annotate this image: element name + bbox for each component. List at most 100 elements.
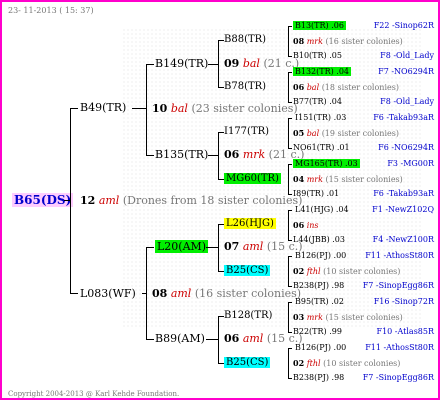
leaf-top[interactable]: MG165(TR) .03 [293, 158, 360, 170]
leaf-line-r1[interactable]: F3 -MG00R [387, 158, 434, 170]
node-l26-label: L26(HJG) [224, 218, 276, 229]
node-mg60[interactable]: MG60(TR) [224, 173, 281, 185]
node-b25-a-label: B25(CS) [224, 265, 271, 276]
leaf-mid-sym: bal [306, 129, 320, 138]
leaf-line-r1[interactable]: F11 -AthosSt80R [365, 342, 434, 354]
leaf-bottom[interactable]: NO61(TR) .01 [293, 142, 350, 154]
node-b25-b[interactable]: B25(CS) [224, 357, 271, 369]
leaf-mid: 06 ins [293, 219, 319, 232]
leaf-line-r1[interactable]: F1 -NewZ102Q [372, 204, 434, 216]
node-b135[interactable]: B135(TR) [155, 149, 208, 161]
leaf-top[interactable]: B132(TR) .04 [293, 66, 352, 78]
connector [288, 302, 292, 303]
leaf-line-r2[interactable]: F6 -NO6294R [378, 142, 434, 154]
leaf-top[interactable]: B95(TR) .02 [293, 296, 346, 308]
connector [288, 210, 289, 240]
connector [70, 108, 71, 294]
leaf-bottom[interactable]: B238(PJ) .98 [293, 372, 344, 384]
leaf-top[interactable]: L41(HJG) .04 [293, 204, 351, 216]
leaf-line-r2[interactable]: F8 -Old_Lady [380, 50, 434, 62]
node-l083-sym: aml [170, 287, 192, 300]
leaf-line-r2[interactable]: F7 -SinopEgg86R [363, 372, 434, 384]
leaf-top[interactable]: B13(TR) .06 [293, 20, 346, 32]
node-b89[interactable]: B89(AM) [155, 333, 205, 345]
leaf-mid-note: (19 sister colonies) [321, 129, 399, 138]
connector [288, 164, 289, 194]
leaf-top-label: B95(TR) .02 [295, 297, 344, 306]
root-note: (Drones from 18 sister colonies) [122, 194, 303, 207]
leaf-mid: 05 bal (19 sister colonies) [293, 127, 399, 140]
connector [288, 102, 292, 103]
connector [288, 164, 292, 165]
connector [288, 194, 292, 195]
node-b89-info: 06 aml (15 c.) [224, 333, 303, 345]
leaf-mid-num: 08 [293, 36, 305, 46]
leaf-mid-note: (10 sister colonies) [323, 267, 401, 276]
connector [288, 26, 292, 27]
connector [70, 108, 78, 109]
connector [142, 293, 146, 294]
leaf-mid-sym: ins [306, 221, 319, 230]
node-b89-num: 06 [224, 332, 240, 345]
leaf-bottom[interactable]: B22(TR) .99 [293, 326, 342, 338]
leaf-line-r1[interactable]: F11 -AthosSt80R [365, 250, 434, 262]
node-l083[interactable]: L083(WF) [80, 288, 136, 300]
node-b88[interactable]: B88(TR) [224, 34, 266, 46]
leaf-top-label: B13(TR) .06 [293, 21, 346, 30]
node-l20[interactable]: L20(AM) [155, 240, 209, 253]
node-b49-note: (23 sister colonies) [191, 102, 298, 115]
connector [288, 118, 292, 119]
leaf-mid-note: (18 sister colonies) [321, 83, 399, 92]
connector [288, 26, 289, 56]
node-b25-b-label: B25(CS) [224, 357, 271, 368]
connector [288, 148, 292, 149]
node-b128[interactable]: B128(TR) [224, 310, 272, 322]
leaf-mid-num: 04 [293, 174, 305, 184]
leaf-top[interactable]: I151(TR) .03 [293, 112, 348, 124]
node-i177[interactable]: I177(TR) [224, 126, 269, 138]
connector [218, 132, 219, 179]
connector [208, 155, 218, 156]
leaf-line-r2[interactable]: F10 -Atlas85R [377, 326, 434, 338]
leaf-mid-num: 03 [293, 312, 305, 322]
connector [218, 224, 219, 271]
leaf-mid-note: (10 sister colonies) [323, 359, 401, 368]
node-l26[interactable]: L26(HJG) [224, 218, 276, 230]
leaf-mid-note: (15 sister colonies) [325, 313, 403, 322]
leaf-top[interactable]: B126(PJ) .00 [293, 250, 348, 262]
leaf-mid: 06 bal (18 sister colonies) [293, 81, 399, 94]
node-b49[interactable]: B49(TR) [80, 102, 126, 114]
leaf-line-r1[interactable]: F6 -Takab93aR [373, 112, 434, 124]
node-b78[interactable]: B78(TR) [224, 81, 266, 93]
connector [206, 247, 218, 248]
leaf-top-label: B132(TR) .04 [293, 67, 352, 76]
leaf-line-r1[interactable]: F7 -NO6294R [378, 66, 434, 78]
node-b25-a[interactable]: B25(CS) [224, 265, 271, 277]
connector [218, 316, 219, 363]
leaf-line-r2[interactable]: F8 -Old_Lady [380, 96, 434, 108]
leaf-mid-sym: mrk [306, 313, 323, 322]
pedigree-frame: 23- 11-2013 ( 15: 37) B65(DS) 12 aml (Dr… [0, 0, 440, 400]
root-info: 12 aml (Drones from 18 sister colonies) [80, 195, 302, 207]
leaf-line-r1[interactable]: F16 -Sinop72R [374, 296, 434, 308]
leaf-line-r2[interactable]: F7 -SinopEgg86R [363, 280, 434, 292]
node-l20-label: L20(AM) [155, 240, 209, 253]
leaf-bottom[interactable]: B77(TR) .04 [293, 96, 342, 108]
leaf-line-r2[interactable]: F6 -Takab93aR [373, 188, 434, 200]
leaf-line-r2[interactable]: F4 -NewZ100R [373, 234, 434, 246]
node-b149[interactable]: B149(TR) [155, 58, 208, 70]
node-b49-sym: bal [170, 102, 188, 115]
leaf-bottom[interactable]: I89(TR) .01 [293, 188, 339, 200]
leaf-bottom[interactable]: B238(PJ) .98 [293, 280, 344, 292]
leaf-line-r1[interactable]: F22 -Sinop62R [374, 20, 434, 32]
connector [218, 40, 219, 87]
leaf-bottom[interactable]: B10(TR) .05 [293, 50, 342, 62]
leaf-bottom[interactable]: L44(JBB) .03 [293, 234, 345, 246]
connector [146, 64, 154, 65]
connector [288, 256, 289, 286]
connector [288, 210, 292, 211]
leaf-mid-sym: bal [306, 83, 320, 92]
leaf-mid-num: 06 [293, 220, 305, 230]
leaf-top[interactable]: B126(PJ) .00 [293, 342, 348, 354]
leaf-mid: 04 mrk (15 sister colonies) [293, 173, 403, 186]
